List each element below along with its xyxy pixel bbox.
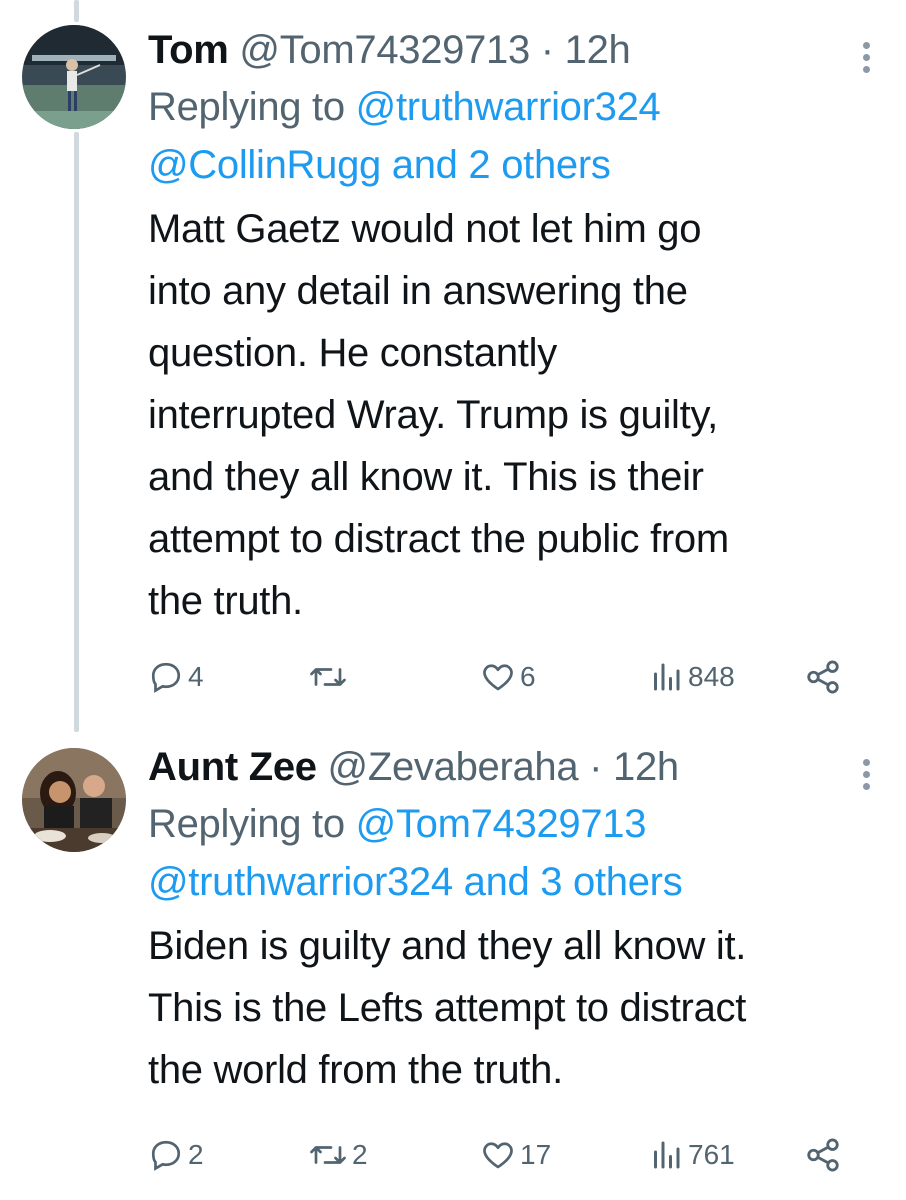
share-button[interactable] — [804, 652, 842, 702]
replying-to-label: Replying to — [148, 85, 345, 129]
tweet-header: Aunt Zee @Zevaberaha · 12h — [148, 743, 876, 791]
display-name[interactable]: Aunt Zee — [148, 745, 317, 789]
replying-to: Replying to @Tom74329713 @truthwarrior32… — [148, 795, 876, 911]
views-count: 848 — [688, 661, 735, 692]
tweet-text-line: This is the Lefts attempt to distract — [148, 986, 747, 1030]
retweet-icon — [310, 668, 346, 686]
replying-to: Replying to @truthwarrior324 @CollinRugg… — [148, 78, 876, 194]
tweet-text-line: the truth. — [148, 579, 303, 623]
mention-link[interactable]: @CollinRugg and 2 others — [148, 143, 611, 187]
tweet-text-line: and they all know it. This is their — [148, 455, 704, 499]
mention-link[interactable]: @Tom74329713 — [356, 802, 647, 846]
tweet[interactable]: Tom @Tom74329713 · 12h Replying to @trut… — [0, 0, 906, 735]
like-icon — [483, 664, 513, 691]
tweet-text-line: the world from the truth. — [148, 1048, 563, 1092]
retweet-icon — [310, 1146, 346, 1164]
reply-icon — [151, 1140, 181, 1171]
share-icon — [807, 1138, 839, 1172]
tweet-text-line: into any detail in answering the — [148, 269, 688, 313]
tweet-actions: 4 6 848 — [148, 652, 848, 702]
tweet-text: Biden is guilty and they all know it. Th… — [148, 915, 876, 1101]
reply-button[interactable]: 4 — [148, 652, 204, 702]
views-icon — [654, 1141, 680, 1169]
reply-count: 2 — [188, 1139, 204, 1170]
tweet-header: Tom @Tom74329713 · 12h — [148, 26, 876, 74]
tweet-text-line: question. He constantly — [148, 331, 557, 375]
display-name[interactable]: Tom — [148, 28, 229, 72]
tweet-text-line: Matt Gaetz would not let him go — [148, 207, 702, 251]
tweet[interactable]: Aunt Zee @Zevaberaha · 12h Replying to @… — [0, 735, 906, 1200]
avatar[interactable] — [22, 748, 126, 852]
like-icon — [483, 1142, 513, 1169]
like-button[interactable]: 6 — [480, 652, 536, 702]
separator-dot: · — [540, 28, 554, 72]
separator-dot: · — [589, 745, 603, 789]
replying-to-label: Replying to — [148, 802, 345, 846]
reply-count: 4 — [188, 661, 204, 692]
mention-link[interactable]: @truthwarrior324 and 3 others — [148, 860, 683, 904]
like-count: 6 — [520, 661, 536, 692]
views-button[interactable]: 848 — [648, 652, 735, 702]
tweet-text-line: interrupted Wray. Trump is guilty, — [148, 393, 718, 437]
retweet-count: 2 — [352, 1139, 368, 1170]
tweet-text-line: Biden is guilty and they all know it. — [148, 924, 747, 968]
share-icon — [807, 660, 839, 694]
retweet-button[interactable]: 2 — [308, 1130, 368, 1180]
reply-icon — [151, 662, 181, 693]
views-count: 761 — [688, 1139, 735, 1170]
like-count: 17 — [520, 1139, 552, 1170]
tweet-text-line: attempt to distract the public from — [148, 517, 729, 561]
retweet-button[interactable] — [308, 652, 352, 702]
timestamp[interactable]: 12h — [613, 745, 679, 789]
avatar[interactable] — [22, 25, 126, 129]
mention-link[interactable]: @truthwarrior324 — [356, 85, 661, 129]
share-button[interactable] — [804, 1130, 842, 1180]
user-handle[interactable]: @Zevaberaha — [328, 745, 579, 789]
tweet-text: Matt Gaetz would not let him go into any… — [148, 198, 876, 632]
avatar-image — [22, 25, 126, 129]
views-button[interactable]: 761 — [648, 1130, 735, 1180]
avatar-image — [22, 748, 126, 852]
tweet-actions: 2 2 17 761 — [148, 1130, 848, 1180]
reply-button[interactable]: 2 — [148, 1130, 204, 1180]
timestamp[interactable]: 12h — [565, 28, 631, 72]
user-handle[interactable]: @Tom74329713 — [239, 28, 530, 72]
like-button[interactable]: 17 — [480, 1130, 551, 1180]
views-icon — [654, 663, 680, 691]
